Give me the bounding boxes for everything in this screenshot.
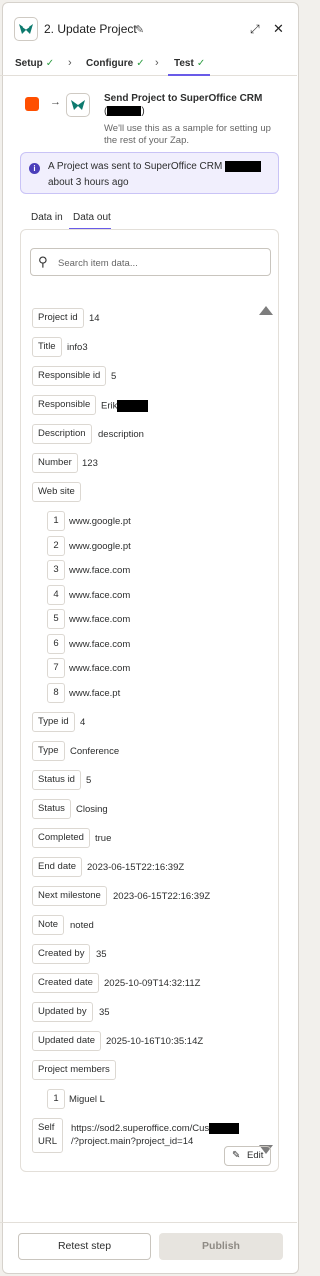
field-value: Erik: [101, 400, 149, 412]
info-time: about 3 hours ago: [48, 177, 129, 188]
field-label: Completed: [32, 828, 90, 848]
field-label: Updated date: [32, 1031, 102, 1051]
check-icon: ✓: [45, 58, 55, 69]
field-label: Note: [32, 915, 65, 935]
field-label: Status: [32, 799, 71, 819]
redacted-text: (): [104, 106, 145, 117]
field-value: www.face.com: [69, 589, 131, 601]
field-value: noted: [70, 920, 94, 931]
field-value: 4: [80, 717, 86, 728]
search-input[interactable]: ⚲ Search item data...: [30, 248, 271, 276]
list-index: 1: [47, 511, 65, 531]
tab-configure[interactable]: Configure ✓: [86, 58, 145, 69]
field-value: 35: [99, 1007, 110, 1018]
field-value: true: [95, 833, 112, 844]
field-label: Number: [32, 453, 78, 473]
field-value: 5: [86, 775, 92, 786]
superoffice-app-icon: [66, 93, 90, 117]
field-value: Closing: [76, 804, 108, 815]
field-label: Status id: [32, 770, 81, 790]
field-value: https://sod2.superoffice.com/Cus/?projec…: [71, 1122, 240, 1148]
info-banner: i A Project was sent to SuperOffice CRM …: [20, 152, 279, 194]
field-value: www.face.pt: [69, 687, 121, 699]
field-value: www.face.com: [69, 614, 131, 625]
field-value: www.face.com: [69, 638, 131, 650]
field-value: 5: [111, 371, 117, 382]
list-index: 6: [47, 633, 65, 654]
field-value: 35: [96, 949, 107, 960]
arrow-right-icon: →: [50, 96, 61, 108]
close-icon[interactable]: ✕: [273, 21, 284, 37]
tab-setup[interactable]: Setup ✓: [15, 58, 54, 69]
field-value: Miguel L: [69, 1094, 105, 1105]
expand-icon[interactable]: ⤢: [250, 22, 260, 37]
retest-step-button[interactable]: Retest step: [18, 1233, 151, 1260]
tab-test[interactable]: Test ✓: [174, 58, 205, 69]
chevron-right-icon: ›: [68, 57, 72, 69]
field-label: Next milestone: [32, 886, 107, 906]
field-label: Created date: [32, 973, 99, 993]
tab-data-out[interactable]: Data out: [73, 212, 111, 223]
info-message: A Project was sent to SuperOffice CRM: [48, 161, 262, 172]
field-label: Web site: [32, 482, 81, 502]
field-value: 2023-06-15T22:16:39Z: [113, 891, 211, 902]
chevron-right-icon: ›: [155, 57, 159, 69]
search-icon: ⚲: [38, 254, 48, 269]
send-subtitle: We'll use this as a sample for setting u…: [104, 123, 271, 146]
list-index: 5: [47, 609, 65, 629]
active-tab-indicator: [168, 74, 210, 76]
field-value: info3: [67, 342, 88, 353]
list-index: 2: [47, 535, 65, 556]
tab-data-in[interactable]: Data in: [31, 212, 63, 223]
send-title: Send Project to SuperOffice CRM: [104, 93, 263, 104]
field-label: Updated by: [32, 1002, 93, 1022]
check-icon: ✓: [196, 58, 206, 69]
field-label: Responsible id: [32, 366, 107, 386]
list-index: 8: [47, 682, 65, 703]
field-value: 2025-10-16T10:35:14Z: [106, 1036, 204, 1047]
field-label: Project id: [32, 308, 84, 328]
field-value: Conference: [70, 746, 120, 757]
field-label: Title: [32, 337, 62, 357]
list-index: 4: [47, 584, 65, 605]
field-value: www.google.pt: [69, 516, 131, 527]
rename-pencil-icon[interactable]: ✎: [135, 23, 144, 36]
field-value: www.face.com: [69, 565, 131, 576]
field-label: Description: [32, 424, 92, 444]
field-value: 123: [82, 458, 98, 469]
field-label: Type id: [32, 712, 75, 732]
field-label: Created by: [32, 944, 91, 964]
field-label: Project members: [32, 1060, 116, 1080]
list-index: 3: [47, 560, 65, 580]
list-index: 7: [47, 658, 65, 678]
field-label: End date: [32, 857, 83, 877]
pencil-icon: ✎: [232, 1150, 241, 1161]
field-value: www.face.com: [69, 663, 131, 674]
field-value: description: [98, 429, 144, 440]
scroll-up-icon[interactable]: [259, 306, 273, 315]
info-icon: i: [29, 163, 40, 174]
superoffice-app-icon: [14, 17, 38, 41]
field-label: Type: [32, 741, 65, 761]
publish-button[interactable]: Publish: [159, 1233, 283, 1260]
field-value: www.google.pt: [69, 540, 131, 552]
edit-button[interactable]: ✎ Edit: [224, 1146, 271, 1166]
list-index: 1: [47, 1089, 65, 1109]
zapier-trigger-icon: [25, 97, 39, 111]
field-value: 14: [89, 313, 100, 324]
check-icon: ✓: [136, 58, 145, 69]
field-label: Self URL: [32, 1118, 64, 1153]
field-value: 2025-10-09T14:32:11Z: [104, 978, 201, 989]
field-value: 2023-06-15T22:16:39Z: [87, 862, 185, 873]
step-title[interactable]: 2. Update Project: [44, 22, 137, 36]
field-label: Responsible: [32, 395, 97, 415]
